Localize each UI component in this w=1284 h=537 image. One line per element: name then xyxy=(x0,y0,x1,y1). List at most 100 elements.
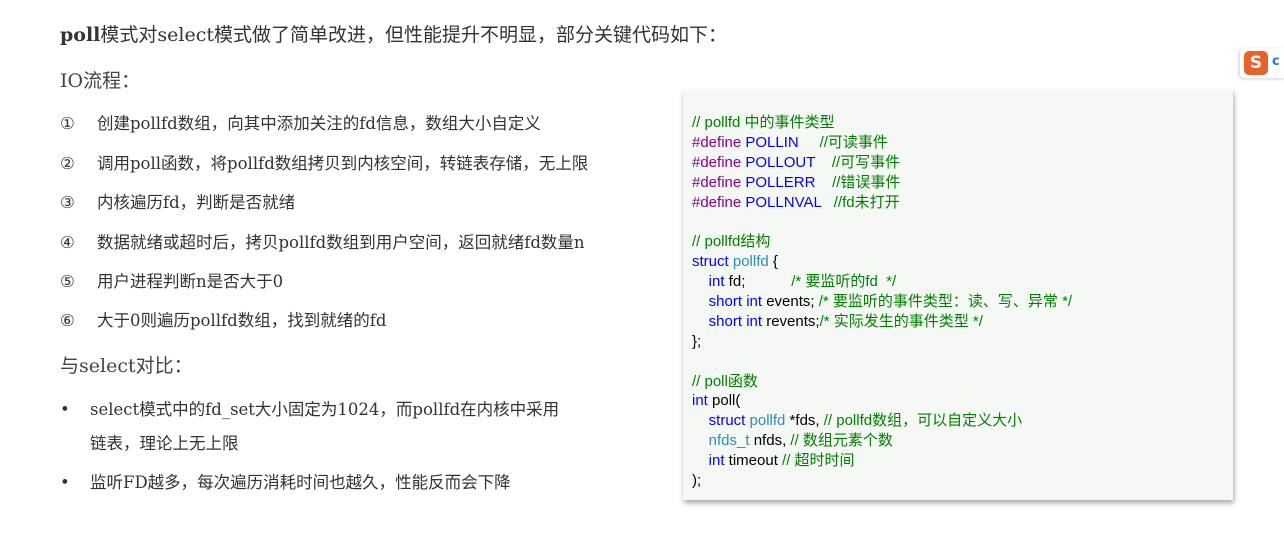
step-number: ② xyxy=(60,154,75,173)
code-line: #define POLLOUT //可写事件 xyxy=(692,153,1072,173)
code-token: #define xyxy=(692,193,742,211)
bullet-text: select模式中的fd_set大小固定为1024，而pollfd在内核中采用 xyxy=(90,400,560,419)
sogou-ime-logo[interactable]: S c xyxy=(1240,48,1284,78)
code-token: //错误事件 xyxy=(832,173,901,191)
code-token: /* 实际发生的事件类型 */ xyxy=(819,312,983,330)
code-token: struct xyxy=(692,253,729,271)
code-line: #define POLLERR //错误事件 xyxy=(692,173,1072,193)
step-text: 调用poll函数，将pollfd数组拷贝到内核空间，转链表存储，无上限 xyxy=(97,154,589,173)
code-token: //可读事件 xyxy=(819,133,888,151)
code-token: //fd未打开 xyxy=(833,193,900,211)
code-line: int timeout // 超时时间 xyxy=(692,451,1072,471)
code-lines: // pollfd 中的事件类型 #define POLLIN //可读事件 #de… xyxy=(692,113,1072,491)
code-token: *fds, xyxy=(785,412,824,430)
bullet-text: 监听FD越多，每次遍历消耗时间也越久，性能反而会下降 xyxy=(90,473,511,492)
code-token: struct xyxy=(708,412,746,430)
code-line: int fd; /* 要监听的fd */ xyxy=(692,272,1072,292)
code-token: int xyxy=(708,273,725,291)
code-token: // pollfd数组，可以自定义大小 xyxy=(823,412,1023,430)
code-token: // pollfd结构 xyxy=(692,233,771,251)
code-token: #define xyxy=(692,153,742,171)
step-number: ⑤ xyxy=(60,272,75,291)
code-line: }; xyxy=(692,332,1072,352)
compare-heading: 与select对比： xyxy=(60,355,193,377)
code-token: revents; xyxy=(762,312,820,330)
code-line: int poll( xyxy=(692,391,1072,411)
code-token: events; xyxy=(762,293,819,311)
code-token: int xyxy=(708,452,725,470)
step-item: ② 调用poll函数，将pollfd数组拷贝到内核空间，转链表存储，无上限 xyxy=(60,150,588,174)
code-token: int xyxy=(746,293,763,311)
code-line: #define POLLNVAL //fd未打开 xyxy=(692,193,1072,213)
intro-text: 模式对select模式做了简单改进，但性能提升不明显，部分关键代码如下： xyxy=(100,24,727,46)
step-number: ③ xyxy=(60,193,75,212)
step-number: ④ xyxy=(60,233,75,252)
code-token: ); xyxy=(692,472,702,490)
step-item: ④ 数据就绪或超时后，拷贝pollfd数组到用户空间，返回就绪fd数量n xyxy=(60,229,585,253)
code-token: pollfd xyxy=(728,253,769,271)
code-token: //可写事件 xyxy=(831,153,901,171)
code-line: struct pollfd { xyxy=(692,252,1072,272)
code-line: nfds_t nfds, // 数组元素个数 xyxy=(692,431,1072,451)
code-line: // pollfd结构 xyxy=(692,232,1072,252)
code-token: #define xyxy=(692,173,742,191)
code-token: /* 要监听的事件类型：读、写、异常 */ xyxy=(818,293,1073,311)
step-item: ① 创建pollfd数组，向其中添加关注的fd信息，数组大小自定义 xyxy=(60,110,541,134)
step-text: 数据就绪或超时后，拷贝pollfd数组到用户空间，返回就绪fd数量n xyxy=(97,233,585,252)
step-item: ⑤ 用户进程判断n是否大于0 xyxy=(60,268,283,292)
step-text: 内核遍历fd，判断是否就绪 xyxy=(97,193,296,212)
code-token: int xyxy=(746,312,763,330)
step-text: 创建pollfd数组，向其中添加关注的fd信息，数组大小自定义 xyxy=(97,114,541,133)
bullet-item: • select模式中的fd_set大小固定为1024，而pollfd在内核中采用 xyxy=(60,396,559,420)
sogou-logo-text: c xyxy=(1272,54,1280,69)
bullet-dot: • xyxy=(60,473,70,492)
code-token: // pollfd 中的事件类型 xyxy=(692,114,835,131)
intro-paragraph: poll模式对select模式做了简单改进，但性能提升不明显，部分关键代码如下： xyxy=(60,20,727,47)
step-item: ③ 内核遍历fd，判断是否就绪 xyxy=(60,189,295,213)
code-line: struct pollfd *fds, // pollfd数组，可以自定义大小 xyxy=(692,411,1072,431)
code-line: short int revents;/* 实际发生的事件类型 */ xyxy=(692,312,1072,332)
code-line: // pollfd 中的事件类型 xyxy=(692,113,1072,133)
code-block: // pollfd 中的事件类型 #define POLLIN //可读事件 #de… xyxy=(683,90,1233,500)
step-number: ① xyxy=(60,114,75,133)
code-token: fd; xyxy=(724,273,792,291)
code-token: nfds_t xyxy=(708,432,750,450)
sogou-logo-icon: S xyxy=(1244,51,1268,75)
code-token: POLLERR xyxy=(741,173,833,191)
code-token: nfds, xyxy=(749,432,791,450)
code-token: timeout xyxy=(724,452,783,470)
bullet-dot: • xyxy=(60,400,70,419)
code-line: short int events; /* 要监听的事件类型：读、写、异常 */ xyxy=(692,292,1072,312)
code-line: ); xyxy=(692,471,1072,491)
code-token: POLLIN xyxy=(741,133,820,151)
code-token: short xyxy=(708,312,743,330)
code-line: #define POLLIN //可读事件 xyxy=(692,133,1072,153)
code-token: // 数组元素个数 xyxy=(790,432,893,450)
intro-keyword: poll xyxy=(60,24,101,46)
code-token: poll( xyxy=(707,392,741,410)
code-token: }; xyxy=(692,332,702,350)
bullet-item: • 监听FD越多，每次遍历消耗时间也越久，性能反而会下降 xyxy=(60,469,511,493)
code-token: #define xyxy=(692,133,742,151)
step-item: ⑥ 大于0则遍历pollfd数组，找到就绪的fd xyxy=(60,307,386,331)
code-token: short xyxy=(708,293,743,311)
step-text: 用户进程判断n是否大于0 xyxy=(97,272,284,291)
step-number: ⑥ xyxy=(60,311,75,330)
code-token: /* 要监听的fd */ xyxy=(791,273,897,291)
code-line: // poll函数 xyxy=(692,372,1072,392)
code-token: // poll函数 xyxy=(692,372,758,390)
io-heading: IO流程： xyxy=(60,70,141,92)
code-token: // 超时时间 xyxy=(782,452,855,470)
step-text: 大于0则遍历pollfd数组，找到就绪的fd xyxy=(97,311,387,330)
code-token: pollfd xyxy=(745,412,786,430)
code-token: int xyxy=(692,392,708,410)
code-token: { xyxy=(768,253,778,271)
code-token: POLLNVAL xyxy=(741,193,834,211)
code-token: POLLOUT xyxy=(741,153,832,171)
